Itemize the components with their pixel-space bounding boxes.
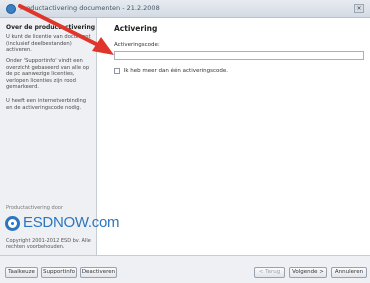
activation-code-label: Activeringscode: [114,42,160,48]
next-button[interactable]: Volgende > [289,267,327,278]
app-icon [6,4,16,14]
esdnow-logo-icon [5,216,20,231]
back-button[interactable]: < Terug [254,267,285,278]
button-bar: Taalkeuze Supportinfo Deactiveren < Teru… [0,255,370,283]
title-bar: Productactivering documenten - 21.2.2008… [0,0,370,18]
copyright-text: Copyright 2001-2012 ESD bv. Alle rechten… [6,238,91,251]
window-title: Productactivering documenten - 21.2.2008 [20,4,160,12]
supportinfo-button[interactable]: Supportinfo [41,267,77,278]
multiple-codes-checkbox[interactable] [114,68,120,74]
page-title: Activering [114,24,158,33]
powered-by-label: Productactivering door [6,205,63,211]
sidebar-paragraph-3: U heeft een internetverbinding en de act… [6,98,87,111]
sidebar-heading: Over de productactivering [6,24,96,31]
main-panel: Activering Activeringscode: Ik heb meer … [97,18,370,255]
activation-code-input[interactable] [114,51,364,60]
sidebar-paragraph-1: U kunt de licentie van document (inclusi… [6,34,91,54]
language-button[interactable]: Taalkeuze [5,267,38,278]
close-icon[interactable]: × [354,4,364,13]
deactivate-button[interactable]: Deactiveren [80,267,117,278]
multiple-codes-option[interactable]: Ik heb meer dan één activeringscode. [114,68,228,75]
esdnow-logo: ESDNOW.com [5,214,119,234]
sidebar-paragraph-2: Onder 'Supportinfo' vindt een overzicht … [6,58,90,91]
sidebar: Over de productactivering U kunt de lice… [0,18,119,255]
cancel-button[interactable]: Annuleren [331,267,367,278]
multiple-codes-label: Ik heb meer dan één activeringscode. [123,68,229,74]
